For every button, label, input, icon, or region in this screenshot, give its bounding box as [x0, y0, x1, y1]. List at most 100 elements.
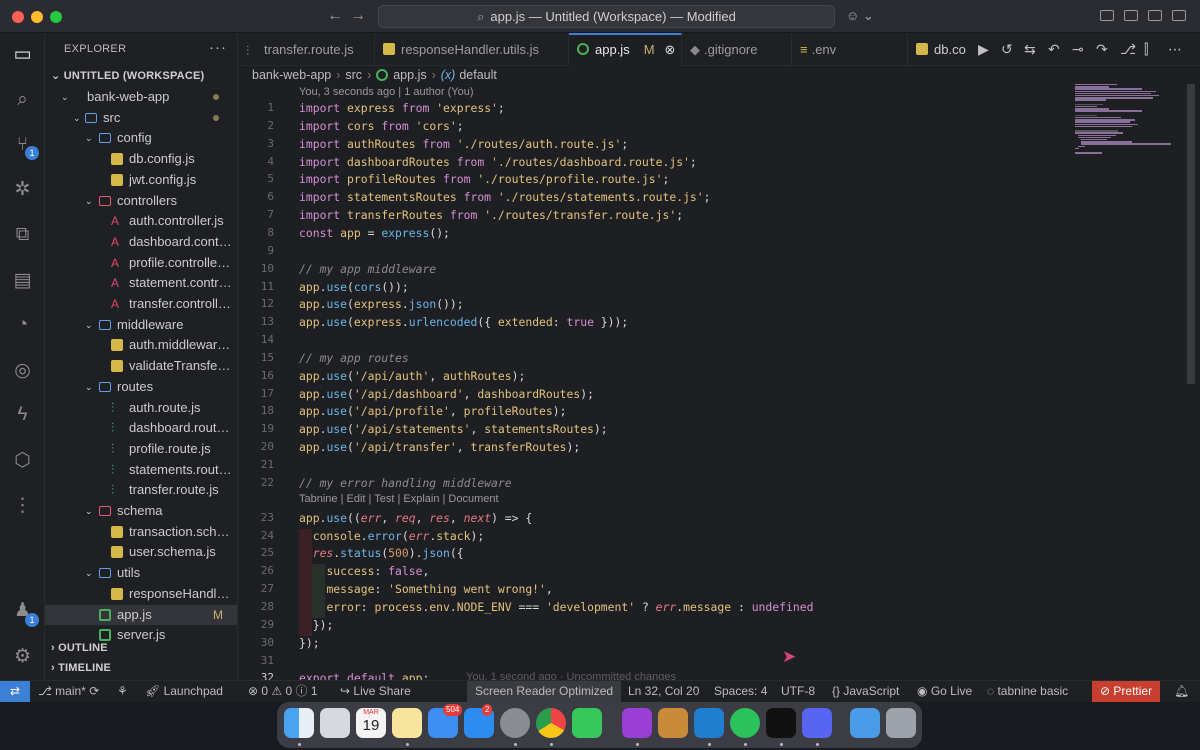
code-line[interactable]: import cors from 'cors'; [299, 119, 464, 133]
problems-status[interactable]: ⊗ 0 ⚠ 0 ⓘ 1 [248, 681, 318, 702]
file-item[interactable]: ⫶ profile.route.js [45, 439, 237, 459]
calendar-icon[interactable]: MAR 19 [356, 708, 386, 738]
tableplus-icon[interactable] [658, 708, 688, 738]
git-blame-header[interactable]: You, 3 seconds ago | 1 author (You) [299, 86, 474, 98]
breadcrumb-item[interactable]: bank-web-app [252, 68, 331, 82]
vscode-icon[interactable] [694, 708, 724, 738]
code-line[interactable]: app.use('/api/auth', authRoutes); [299, 369, 525, 383]
code-editor[interactable]: You, 3 seconds ago | 1 author (You) Tabni… [238, 84, 1078, 680]
launchpad-status[interactable]: 🚀︎ Launchpad [145, 681, 223, 702]
messages-icon[interactable] [572, 708, 602, 738]
file-item[interactable]: Adashboard.controll... [45, 232, 237, 252]
prettier-status[interactable]: ⊘ Prettier [1092, 681, 1161, 702]
folder-item[interactable]: ⌄ utils [45, 563, 237, 583]
tab-app-js[interactable]: app.js M ⊗ [569, 33, 682, 66]
remote-indicator-icon[interactable]: ⇄ [0, 681, 30, 702]
live-share-status[interactable]: ↪ Live Share [340, 681, 411, 702]
workspace-section[interactable]: ⌄ UNTITLED (WORKSPACE) [51, 69, 204, 82]
code-line[interactable]: import authRoutes from './routes/auth.ro… [299, 137, 628, 151]
code-line[interactable]: // my app middleware [299, 262, 436, 276]
code-line[interactable]: app.use(express.json()); [299, 297, 464, 311]
history-icon[interactable]: ↺ [1001, 41, 1013, 58]
file-item[interactable]: Aprofile.controller.js [45, 253, 237, 273]
code-line[interactable]: const app = express(); [299, 226, 450, 240]
tab-db-config[interactable]: db.co [908, 33, 972, 66]
command-center-search[interactable]: ⌕ app.js — Untitled (Workspace) — Modifie… [378, 5, 835, 28]
minimap[interactable] [1075, 84, 1187, 164]
remote-explorer-icon[interactable]: ◎ [0, 359, 45, 382]
tabnine-codelens[interactable]: Tabnine | Edit | Test | Explain | Docume… [299, 493, 499, 505]
folder-item[interactable]: ⌄ controllers [45, 191, 237, 211]
folder-item[interactable]: ⌄ config [45, 128, 237, 148]
file-item[interactable]: ⫶ statements.route.js [45, 460, 237, 480]
code-line[interactable]: message: 'Something went wrong!', [299, 582, 552, 596]
run-debug-icon[interactable]: ✲ [0, 178, 45, 201]
system-settings-icon[interactable] [500, 708, 530, 738]
containers-icon[interactable]: ⬡ [0, 449, 45, 472]
code-line[interactable]: app.use((err, req, res, next) => { [299, 511, 532, 525]
dev-containers-icon[interactable]: ⚘ [117, 681, 128, 702]
breadcrumb-item[interactable]: app.js [393, 68, 426, 82]
file-item[interactable]: jwt.config.js [45, 170, 237, 190]
language-status[interactable]: {} JavaScript [832, 681, 899, 702]
file-item[interactable]: ⫶ auth.route.js [45, 398, 237, 418]
file-item[interactable]: responseHandler.u... [45, 584, 237, 604]
more-icon[interactable]: ⋮ [0, 494, 45, 517]
branch-icon[interactable]: ⎇ [1120, 41, 1136, 58]
encoding-status[interactable]: UTF-8 [781, 681, 815, 702]
run-icon[interactable]: ▶ [978, 41, 989, 58]
code-line[interactable]: app.use('/api/dashboard', dashboardRoute… [299, 387, 594, 401]
cursor-position[interactable]: Ln 32, Col 20 [628, 681, 699, 702]
timeline-section[interactable]: › TIMELINE [51, 662, 111, 674]
code-line[interactable]: app.use(cors()); [299, 280, 409, 294]
minimize-window-button[interactable] [31, 11, 43, 23]
code-line[interactable]: import express from 'express'; [299, 101, 505, 115]
file-item[interactable]: ⫶ dashboard.route.js [45, 418, 237, 438]
breadcrumb-item[interactable]: default [459, 68, 497, 82]
editor-scrollbar[interactable] [1187, 84, 1195, 384]
folder-item[interactable]: ⌄ bank-web-app [45, 87, 237, 107]
code-line[interactable]: // my error handling middleware [299, 476, 512, 490]
split-editor-icon[interactable]: ⫿ [1144, 41, 1148, 58]
finder-icon[interactable] [284, 708, 314, 738]
gitlens-icon[interactable]: ◔ [0, 314, 45, 336]
folder-item[interactable]: ⌄ schema [45, 501, 237, 521]
code-line[interactable]: console.error(err.stack); [299, 529, 484, 543]
toggle-secondary-sidebar-icon[interactable] [1172, 10, 1186, 21]
back-arrow-icon[interactable]: ← [327, 7, 343, 25]
explorer-icon[interactable]: ▭ [0, 43, 45, 66]
branch-status[interactable]: ⎇ main* ⟳ [38, 681, 99, 702]
code-line[interactable]: export default app; [299, 671, 429, 680]
unity-icon[interactable] [766, 708, 796, 738]
file-item[interactable]: db.config.js [45, 149, 237, 169]
discord-icon[interactable] [802, 708, 832, 738]
file-item[interactable]: app.js M [45, 604, 237, 625]
more-actions-icon[interactable]: ··· [209, 39, 227, 56]
downloads-folder-icon[interactable] [850, 708, 880, 738]
more-actions-icon[interactable]: ⋯ [1168, 41, 1182, 58]
code-line[interactable]: error: process.env.NODE_ENV === 'develop… [299, 600, 813, 614]
tab-transfer-route[interactable]: ⫶ transfer.route.js [238, 33, 375, 66]
layout-icon[interactable] [1100, 10, 1114, 21]
thunder-client-icon[interactable]: ϟ [0, 404, 45, 426]
file-item[interactable]: user.schema.js [45, 542, 237, 562]
previous-change-icon[interactable]: ↶ [1048, 41, 1060, 58]
whatsapp-icon[interactable] [730, 708, 760, 738]
code-line[interactable]: success: false, [299, 564, 429, 578]
settings-gear-icon[interactable]: ⚙ [0, 645, 45, 668]
file-item[interactable]: transaction.schem... [45, 522, 237, 542]
tab-gitignore[interactable]: ◆ .gitignore [682, 33, 792, 66]
tab-env[interactable]: ≡ .env [792, 33, 908, 66]
tab-response-handler[interactable]: responseHandler.utils.js [375, 33, 569, 66]
tabnine-status[interactable]: ◌ tabnine basic [987, 681, 1068, 702]
code-line[interactable]: app.use('/api/profile', profileRoutes); [299, 404, 566, 418]
extensions-icon[interactable]: ⧉ [0, 224, 45, 246]
file-item[interactable]: ⫶ transfer.route.js [45, 480, 237, 500]
code-line[interactable]: app.use('/api/transfer', transferRoutes)… [299, 440, 580, 454]
trash-icon[interactable] [886, 708, 916, 738]
folder-item[interactable]: ⌄ src [45, 108, 237, 128]
folder-icon[interactable]: ▤ [0, 269, 45, 292]
launchpad-icon[interactable] [320, 708, 350, 738]
commit-icon[interactable]: ⊸ [1072, 41, 1084, 58]
toggle-panel-icon[interactable] [1148, 10, 1162, 21]
